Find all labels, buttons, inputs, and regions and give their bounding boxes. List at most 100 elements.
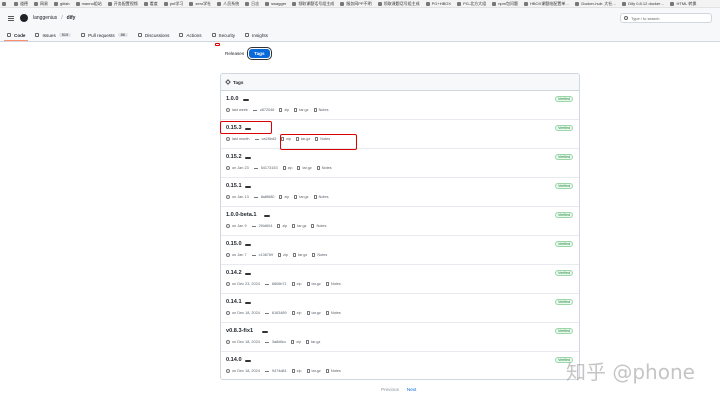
targz-link[interactable]: tar.gz xyxy=(297,224,306,228)
zip-link[interactable]: zip xyxy=(288,166,293,170)
commit-sha-link[interactable]: 9474d81 xyxy=(272,369,287,373)
bookmark[interactable]: Dify 0.8.12 docker… xyxy=(622,1,664,6)
targz-link[interactable]: tar.gz xyxy=(299,195,308,199)
targz-link[interactable]: tar.gz xyxy=(299,108,308,112)
bookmark[interactable]: pnt学习 xyxy=(163,1,183,7)
tag-name-link[interactable]: 0.14.2 xyxy=(226,270,242,276)
more-icon[interactable] xyxy=(245,186,251,188)
more-icon[interactable] xyxy=(245,244,251,246)
zip-link[interactable]: zip xyxy=(297,282,302,286)
zip-link[interactable]: zip xyxy=(284,108,289,112)
verified-badge[interactable]: Verified xyxy=(555,125,573,131)
bookmark[interactable]: PG+HBOX xyxy=(425,1,451,6)
commit-sha-link[interactable]: 8a8f680 xyxy=(261,195,275,199)
bookmark[interactable]: 网易 xyxy=(34,1,48,7)
more-icon[interactable] xyxy=(262,331,268,333)
notes-link[interactable]: Notes xyxy=(319,108,329,112)
commit-sha-link[interactable]: 6806b71 xyxy=(272,282,287,286)
tag-name-link[interactable]: 0.14.0 xyxy=(226,357,242,363)
commit-sha-link[interactable]: 6163489 xyxy=(272,311,287,315)
zip-link[interactable]: zip xyxy=(282,224,287,228)
tab-pull-requests[interactable]: Pull requests 86 xyxy=(76,29,133,41)
bookmark[interactable] xyxy=(2,1,8,6)
notes-link[interactable]: Notes xyxy=(331,311,341,315)
commit-sha-link[interactable]: 54173153 xyxy=(261,166,278,170)
tab-discussions[interactable]: Discussions xyxy=(133,29,175,41)
more-icon[interactable] xyxy=(245,360,251,362)
bookmark[interactable]: gitlab xyxy=(54,1,70,6)
more-icon[interactable] xyxy=(245,302,251,304)
targz-link[interactable]: tar.gz xyxy=(311,340,320,344)
bookmark[interactable]: 道德 xyxy=(14,1,28,7)
zip-link[interactable]: zip xyxy=(283,253,288,257)
bookmark[interactable]: 开务配置视频 xyxy=(107,1,138,7)
bookmark[interactable]: HBOX课题结配置单… xyxy=(523,1,569,7)
verified-badge[interactable]: Verified xyxy=(555,154,573,160)
bookmark[interactable]: manno组站 xyxy=(75,1,102,7)
bookmark[interactable]: npm包问题 xyxy=(492,1,518,7)
verified-badge[interactable]: Verified xyxy=(555,96,573,102)
tab-code[interactable]: Code xyxy=(2,29,30,41)
search-input[interactable]: Type / to search xyxy=(620,13,712,23)
tag-name-link[interactable]: 0.15.0 xyxy=(226,241,242,247)
more-icon[interactable] xyxy=(243,99,249,101)
bookmark[interactable]: zero学社 xyxy=(189,1,211,7)
targz-link[interactable]: tar.gz xyxy=(302,166,311,170)
verified-badge[interactable]: Verified xyxy=(555,183,573,189)
github-logo-icon[interactable] xyxy=(20,14,28,22)
tag-name-link[interactable]: 0.15.1 xyxy=(226,183,242,189)
bookmark[interactable]: HTML 转换 xyxy=(670,1,696,7)
tab-insights[interactable]: Insights xyxy=(240,29,273,41)
bookmark[interactable]: 领取课题话号组主成 xyxy=(377,1,420,7)
repo-name-link[interactable]: dify xyxy=(67,15,76,21)
verified-badge[interactable]: Verified xyxy=(555,212,573,218)
bookmark[interactable]: Docker-hub: 大社… xyxy=(575,1,616,7)
tags-tab[interactable]: Tags xyxy=(247,46,272,60)
bookmark[interactable]: 看度 xyxy=(143,1,158,7)
tag-name-link[interactable]: 0.15.2 xyxy=(226,154,242,160)
targz-link[interactable]: tar.gz xyxy=(298,253,307,257)
bookmark[interactable]: swagger xyxy=(265,1,286,6)
bookmark[interactable]: 领取课题话号组主成 xyxy=(292,1,334,7)
tag-name-link[interactable]: 0.14.1 xyxy=(226,299,242,305)
zip-link[interactable]: zip xyxy=(284,195,289,199)
zip-link[interactable]: zip xyxy=(296,340,301,344)
notes-link[interactable]: Notes xyxy=(322,166,332,170)
targz-link[interactable]: tar.gz xyxy=(312,369,321,373)
menu-icon[interactable] xyxy=(8,15,14,21)
notes-link[interactable]: Notes xyxy=(331,369,341,373)
commit-sha-link[interactable]: ca28bd3 xyxy=(262,137,277,141)
verified-badge[interactable]: Verified xyxy=(555,241,573,247)
more-icon[interactable] xyxy=(245,273,251,275)
zip-link[interactable]: zip xyxy=(297,311,302,315)
releases-tab[interactable]: Releases xyxy=(220,49,249,58)
tab-security[interactable]: Security xyxy=(207,29,241,41)
notes-link[interactable]: Notes xyxy=(317,253,327,257)
verified-badge[interactable]: Verified xyxy=(555,328,573,334)
commit-sha-link[interactable]: 2f4d604 xyxy=(259,224,273,228)
notes-link[interactable]: Notes xyxy=(316,224,326,228)
tab-actions[interactable]: Actions xyxy=(174,29,206,41)
notes-link[interactable]: Notes xyxy=(331,282,341,286)
previous-page-button[interactable]: Previous xyxy=(381,387,399,392)
zip-link[interactable]: zip xyxy=(297,369,302,373)
verified-badge[interactable]: Verified xyxy=(555,270,573,276)
bookmark[interactable]: 服务网PP不明 xyxy=(340,1,372,7)
commit-sha-link[interactable]: c136769 xyxy=(259,253,274,257)
tag-name-link[interactable]: 1.0.0-beta.1 xyxy=(226,212,256,218)
tag-name-link[interactable]: v0.8.3-fix1 xyxy=(226,328,253,334)
verified-badge[interactable]: Verified xyxy=(555,299,573,305)
next-page-button[interactable]: Next xyxy=(407,387,416,392)
bookmark[interactable]: 人员系统 xyxy=(217,1,239,7)
bookmark[interactable]: PG-北方大组 xyxy=(457,1,486,7)
commit-sha-link[interactable]: c872046 xyxy=(260,108,275,112)
more-icon[interactable] xyxy=(245,157,251,159)
bookmark[interactable]: 日志 xyxy=(245,1,259,7)
tag-name-link[interactable]: 1.0.0 xyxy=(226,96,238,102)
targz-link[interactable]: tar.gz xyxy=(312,282,321,286)
targz-link[interactable]: tar.gz xyxy=(312,311,321,315)
notes-link[interactable]: Notes xyxy=(319,195,329,199)
repo-owner-link[interactable]: langgenius xyxy=(33,15,57,21)
more-icon[interactable] xyxy=(264,215,270,217)
commit-sha-link[interactable]: 3a8d6cc xyxy=(272,340,286,344)
